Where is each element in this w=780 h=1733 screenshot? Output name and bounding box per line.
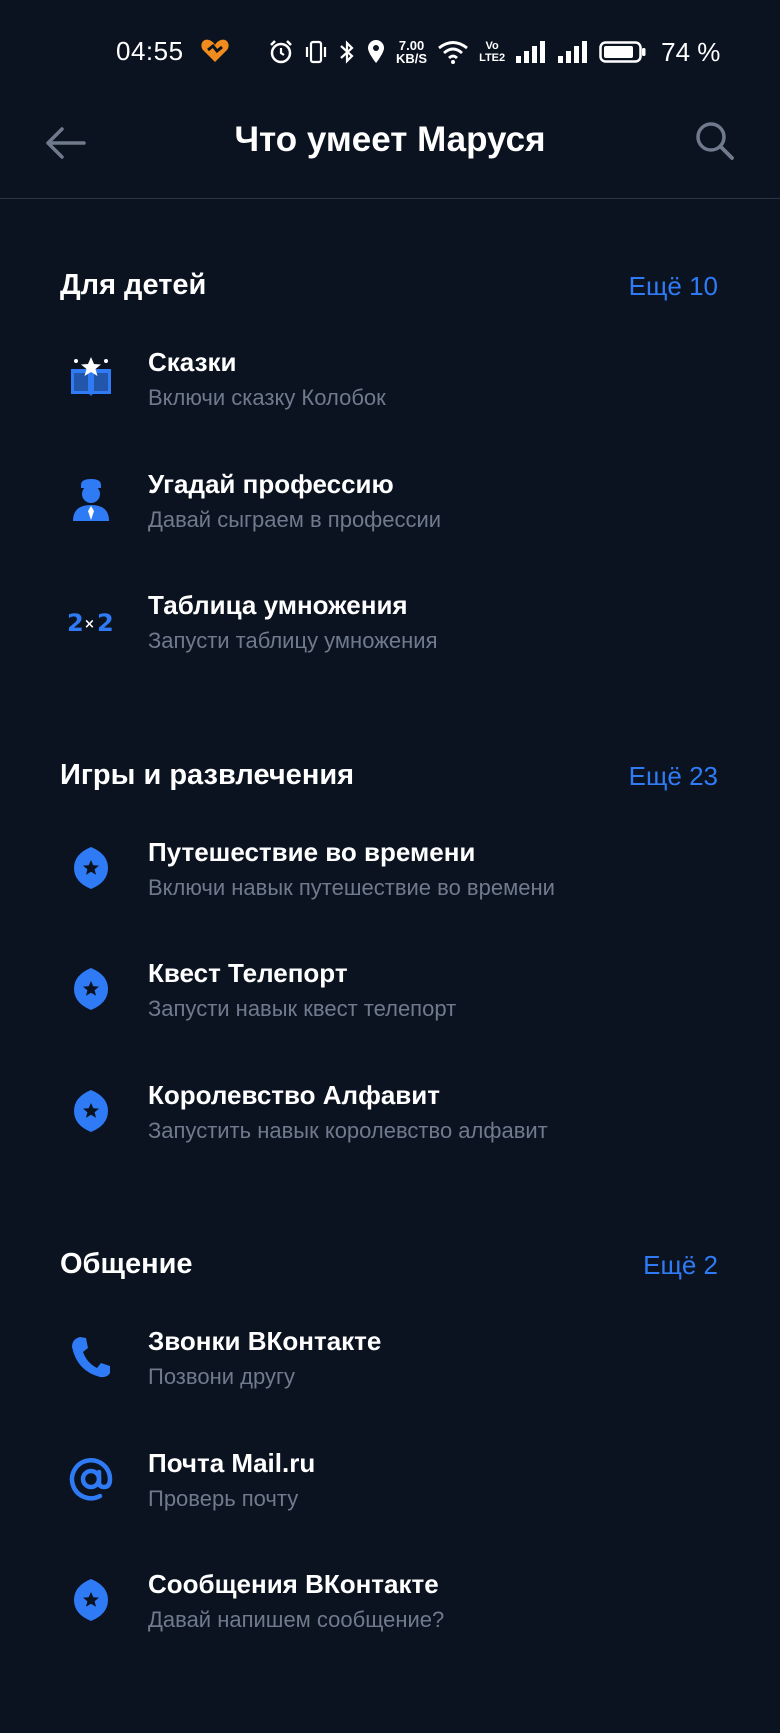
skill-star-icon [66, 843, 116, 893]
skill-subtitle: Проверь почту [148, 1485, 299, 1511]
status-time: 04:55 [116, 36, 184, 66]
skill-list: Сказки Включи сказку Колобок Угадай проф… [0, 331, 780, 696]
volte-indicator: Vo LTE2 [479, 40, 505, 64]
status-icons: 7.00 KB/S Vo LTE2 74 % [268, 36, 720, 68]
section-kids: Для детей Ещё 10 Сказки Включи сказку Ко… [0, 269, 780, 696]
skill-title: Почта Mail.ru [148, 1447, 316, 1478]
skill-subtitle: Включи навык путешествие во времени [148, 874, 555, 900]
alarm-icon [268, 39, 294, 65]
location-icon [366, 39, 386, 65]
skill-subtitle: Запусти таблицу умножения [148, 628, 438, 653]
skill-subtitle: Запусти навык квест телепорт [148, 996, 457, 1021]
network-speed: 7.00 KB/S [396, 39, 427, 65]
skill-star-icon [66, 1086, 116, 1136]
person-icon [66, 475, 116, 525]
skill-item[interactable]: Сообщения ВКонтакте Давай напишем сообще… [0, 1553, 780, 1675]
skill-subtitle: Позвони другу [148, 1364, 295, 1389]
volte-bottom: LTE2 [479, 52, 506, 64]
svg-text:2: 2 [97, 609, 114, 636]
volte-top: Vo [485, 40, 499, 52]
skill-star-icon [66, 1575, 116, 1625]
svg-text:×: × [84, 617, 95, 632]
skill-title: Звонки ВКонтакте [148, 1326, 382, 1356]
skill-item[interactable]: 2 × 2 Таблица умножения Запусти таблицу … [0, 574, 780, 696]
skill-title: Путешествие во времени [148, 836, 476, 867]
skill-list: Путешествие во времени Включи навык путе… [0, 821, 780, 1186]
skill-title: Королевство Алфавит [148, 1079, 440, 1110]
svg-text:2: 2 [67, 609, 84, 636]
section-header: Игры и развлечения Ещё 23 [0, 759, 780, 821]
battery-icon [599, 40, 647, 64]
signal-1-icon [515, 40, 547, 64]
section-title: Игры и развлечения [60, 758, 355, 791]
section-more-link[interactable]: Ещё 2 [643, 1250, 718, 1281]
skill-title: Сообщения ВКонтакте [148, 1569, 439, 1599]
skill-item[interactable]: Почта Mail.ru Проверь почту [0, 1432, 780, 1554]
network-speed-unit: KB/S [396, 51, 428, 66]
skill-subtitle: Запустить навык королевство алфавит [148, 1117, 548, 1143]
skill-subtitle: Давай напишем сообщение? [148, 1607, 445, 1632]
skill-title: Угадай профессию [148, 468, 394, 499]
skill-item[interactable]: Звонки ВКонтакте Позвони другу [0, 1310, 780, 1432]
skill-star-icon [66, 964, 116, 1014]
book-star-icon [66, 353, 116, 403]
section-communication: Общение Ещё 2 Звонки ВКонтакте Позвони д… [0, 1248, 780, 1675]
section-more-link[interactable]: Ещё 23 [629, 761, 718, 792]
section-title: Для детей [60, 269, 207, 301]
battery-percent: 74 % [661, 36, 721, 67]
phone-icon [66, 1332, 116, 1382]
app-heart-icon [200, 38, 230, 64]
section-header: Для детей Ещё 10 [0, 269, 780, 331]
signal-2-icon [557, 40, 589, 64]
skill-title: Таблица умножения [148, 590, 408, 620]
skill-subtitle: Включи сказку Колобок [148, 385, 386, 410]
multiplication-icon: 2 × 2 [66, 596, 116, 646]
skill-list: Звонки ВКонтакте Позвони другу Почта Mai… [0, 1310, 780, 1675]
vibrate-icon [304, 39, 328, 65]
skill-item[interactable]: Квест Телепорт Запусти навык квест телеп… [0, 942, 780, 1064]
skill-title: Сказки [148, 347, 237, 377]
page-title: Что умеет Маруся [234, 120, 546, 159]
skill-item[interactable]: Сказки Включи сказку Колобок [0, 331, 780, 453]
wifi-icon [437, 39, 469, 65]
app-header: Что умеет Маруся [0, 100, 780, 199]
search-button[interactable] [690, 116, 740, 166]
section-games: Игры и развлечения Ещё 23 Путешествие во… [0, 759, 780, 1186]
section-header: Общение Ещё 2 [0, 1248, 780, 1310]
at-sign-icon [66, 1454, 116, 1504]
bluetooth-icon [338, 39, 356, 65]
skill-item[interactable]: Путешествие во времени Включи навык путе… [0, 821, 780, 943]
skill-subtitle: Давай сыграем в профессии [148, 506, 442, 532]
skill-item[interactable]: Королевство Алфавит Запустить навык коро… [0, 1064, 780, 1186]
skill-item[interactable]: Угадай профессию Давай сыграем в професс… [0, 453, 780, 575]
search-icon [696, 122, 734, 160]
section-more-link[interactable]: Ещё 10 [629, 271, 718, 302]
skill-title: Квест Телепорт [148, 958, 348, 988]
section-title: Общение [60, 1248, 193, 1280]
status-bar: 04:55 7.00 KB/S Vo LTE2 74 % [0, 0, 780, 100]
skills-content: Для детей Ещё 10 Сказки Включи сказку Ко… [0, 199, 780, 1675]
